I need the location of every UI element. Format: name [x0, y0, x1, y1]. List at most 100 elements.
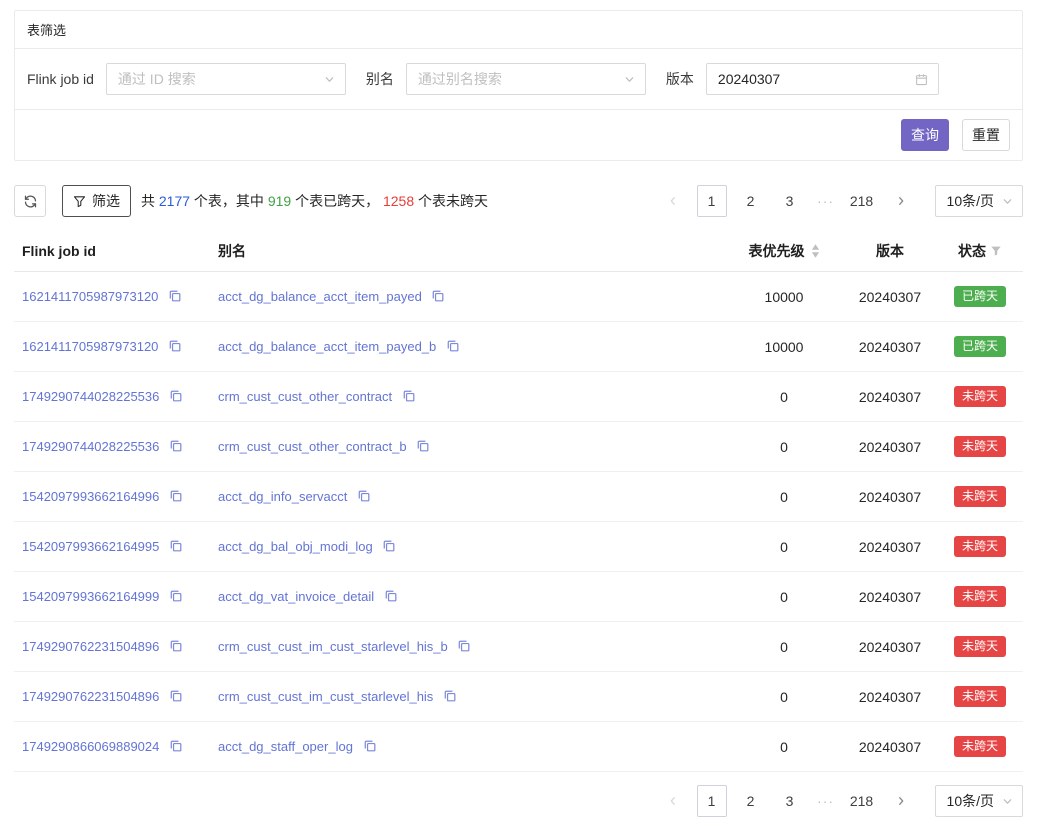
- sort-icon[interactable]: [811, 244, 820, 258]
- priority-cell: 0: [725, 372, 843, 422]
- status-badge: 未跨天: [954, 536, 1006, 557]
- table-row: 1749290762231504896 crm_cust_cust_im_cus…: [14, 672, 1023, 722]
- copy-icon[interactable]: [363, 739, 377, 753]
- summary-mid1: 个表，其中: [190, 193, 268, 209]
- flink-job-id-link[interactable]: 1749290866069889024: [22, 739, 159, 754]
- alias-link[interactable]: acct_dg_bal_obj_modi_log: [218, 539, 373, 554]
- flink-job-id-link[interactable]: 1749290744028225536: [22, 439, 159, 454]
- alias-link[interactable]: acct_dg_balance_acct_item_payed_b: [218, 339, 436, 354]
- page-button-2[interactable]: 2: [736, 185, 766, 217]
- page-button-2[interactable]: 2: [736, 785, 766, 817]
- filter-card-title: 表筛选: [15, 11, 1022, 49]
- chevron-down-icon: [624, 74, 635, 85]
- page-size-select[interactable]: 10条/页: [935, 185, 1023, 217]
- status-badge: 未跨天: [954, 686, 1006, 707]
- page-button-3[interactable]: 3: [775, 785, 805, 817]
- copy-icon[interactable]: [169, 539, 183, 553]
- table-row: 1621411705987973120 acct_dg_balance_acct…: [14, 322, 1023, 372]
- flink-job-id-link[interactable]: 1621411705987973120: [22, 339, 158, 354]
- alias-select[interactable]: 通过别名搜索: [406, 63, 646, 95]
- alias-link[interactable]: acct_dg_staff_oper_log: [218, 739, 353, 754]
- priority-cell: 0: [725, 472, 843, 522]
- query-button[interactable]: 查询: [901, 119, 949, 151]
- flink-job-id-link[interactable]: 1542097993662164996: [22, 489, 159, 504]
- next-page-button[interactable]: [886, 785, 916, 817]
- alias-link[interactable]: acct_dg_info_servacct: [218, 489, 347, 504]
- table-header-row: Flink job id 别名 表优先级 版本 状态: [14, 231, 1023, 272]
- copy-icon[interactable]: [169, 739, 183, 753]
- copy-icon[interactable]: [169, 639, 183, 653]
- priority-cell: 0: [725, 522, 843, 572]
- flink-job-id-link[interactable]: 1621411705987973120: [22, 289, 158, 304]
- page-button-last[interactable]: 218: [847, 185, 877, 217]
- copy-icon[interactable]: [169, 389, 183, 403]
- page-size-select[interactable]: 10条/页: [935, 785, 1023, 817]
- alias-label: 别名: [366, 69, 394, 89]
- prev-page-button[interactable]: [658, 785, 688, 817]
- refresh-button[interactable]: [14, 185, 46, 217]
- priority-cell: 0: [725, 572, 843, 622]
- summary-crossed-count: 919: [268, 193, 291, 209]
- reset-button[interactable]: 重置: [962, 119, 1010, 151]
- filter-button[interactable]: 筛选: [62, 185, 131, 217]
- alias-link[interactable]: acct_dg_vat_invoice_detail: [218, 589, 374, 604]
- copy-icon[interactable]: [357, 489, 371, 503]
- status-badge: 未跨天: [954, 486, 1006, 507]
- flink-job-id-link[interactable]: 1749290762231504896: [22, 639, 159, 654]
- copy-icon[interactable]: [169, 489, 183, 503]
- copy-icon[interactable]: [457, 639, 471, 653]
- flink-job-id-link[interactable]: 1542097993662164995: [22, 539, 159, 554]
- page-ellipsis[interactable]: ···: [814, 193, 838, 209]
- table-row: 1749290762231504896 crm_cust_cust_im_cus…: [14, 622, 1023, 672]
- flink-job-id-link[interactable]: 1542097993662164999: [22, 589, 159, 604]
- flink-job-id-placeholder: 通过 ID 搜索: [118, 69, 196, 89]
- flink-job-id-link[interactable]: 1749290744028225536: [22, 389, 159, 404]
- copy-icon[interactable]: [402, 389, 416, 403]
- alias-link[interactable]: acct_dg_balance_acct_item_payed: [218, 289, 422, 304]
- page-button-3[interactable]: 3: [775, 185, 805, 217]
- version-date-input[interactable]: 20240307: [706, 63, 939, 95]
- calendar-icon: [915, 73, 928, 86]
- header-priority-label: 表优先级: [749, 241, 805, 261]
- alias-link[interactable]: crm_cust_cust_im_cust_starlevel_his: [218, 689, 433, 704]
- version-cell: 20240307: [843, 572, 937, 622]
- table-row: 1542097993662164995 acct_dg_bal_obj_modi…: [14, 522, 1023, 572]
- page: 表筛选 Flink job id 通过 ID 搜索 别名 通过别名搜索 版本: [0, 0, 1037, 827]
- copy-icon[interactable]: [446, 339, 460, 353]
- bottom-bar: 1 2 3 ··· 218 10条/页: [14, 785, 1023, 827]
- page-button-last[interactable]: 218: [847, 785, 877, 817]
- copy-icon[interactable]: [168, 339, 182, 353]
- page-ellipsis[interactable]: ···: [814, 793, 838, 809]
- filter-fields: Flink job id 通过 ID 搜索 别名 通过别名搜索 版本 20240…: [15, 49, 1022, 109]
- copy-icon[interactable]: [443, 689, 457, 703]
- copy-icon[interactable]: [431, 289, 445, 303]
- flink-job-id-link[interactable]: 1749290762231504896: [22, 689, 159, 704]
- column-filter-icon[interactable]: [990, 245, 1002, 257]
- copy-icon[interactable]: [382, 539, 396, 553]
- table-body: 1621411705987973120 acct_dg_balance_acct…: [14, 272, 1023, 772]
- summary-prefix: 共: [141, 193, 159, 209]
- next-page-button[interactable]: [886, 185, 916, 217]
- alias-link[interactable]: crm_cust_cust_im_cust_starlevel_his_b: [218, 639, 448, 654]
- copy-icon[interactable]: [169, 439, 183, 453]
- flink-job-id-label: Flink job id: [27, 71, 94, 87]
- page-button-1[interactable]: 1: [697, 185, 727, 217]
- copy-icon[interactable]: [168, 289, 182, 303]
- page-button-1[interactable]: 1: [697, 785, 727, 817]
- version-value: 20240307: [718, 71, 780, 87]
- header-priority[interactable]: 表优先级: [725, 231, 843, 272]
- status-badge: 未跨天: [954, 586, 1006, 607]
- alias-link[interactable]: crm_cust_cust_other_contract_b: [218, 439, 407, 454]
- priority-cell: 0: [725, 422, 843, 472]
- status-badge: 未跨天: [954, 386, 1006, 407]
- copy-icon[interactable]: [384, 589, 398, 603]
- flink-job-id-select[interactable]: 通过 ID 搜索: [106, 63, 346, 95]
- filter-actions: 查询 重置: [15, 109, 1022, 160]
- alias-link[interactable]: crm_cust_cust_other_contract: [218, 389, 392, 404]
- copy-icon[interactable]: [416, 439, 430, 453]
- copy-icon[interactable]: [169, 689, 183, 703]
- pagination-top: 1 2 3 ··· 218 10条/页: [658, 185, 1023, 217]
- copy-icon[interactable]: [169, 589, 183, 603]
- prev-page-button[interactable]: [658, 185, 688, 217]
- filter-card: 表筛选 Flink job id 通过 ID 搜索 别名 通过别名搜索 版本: [14, 10, 1023, 161]
